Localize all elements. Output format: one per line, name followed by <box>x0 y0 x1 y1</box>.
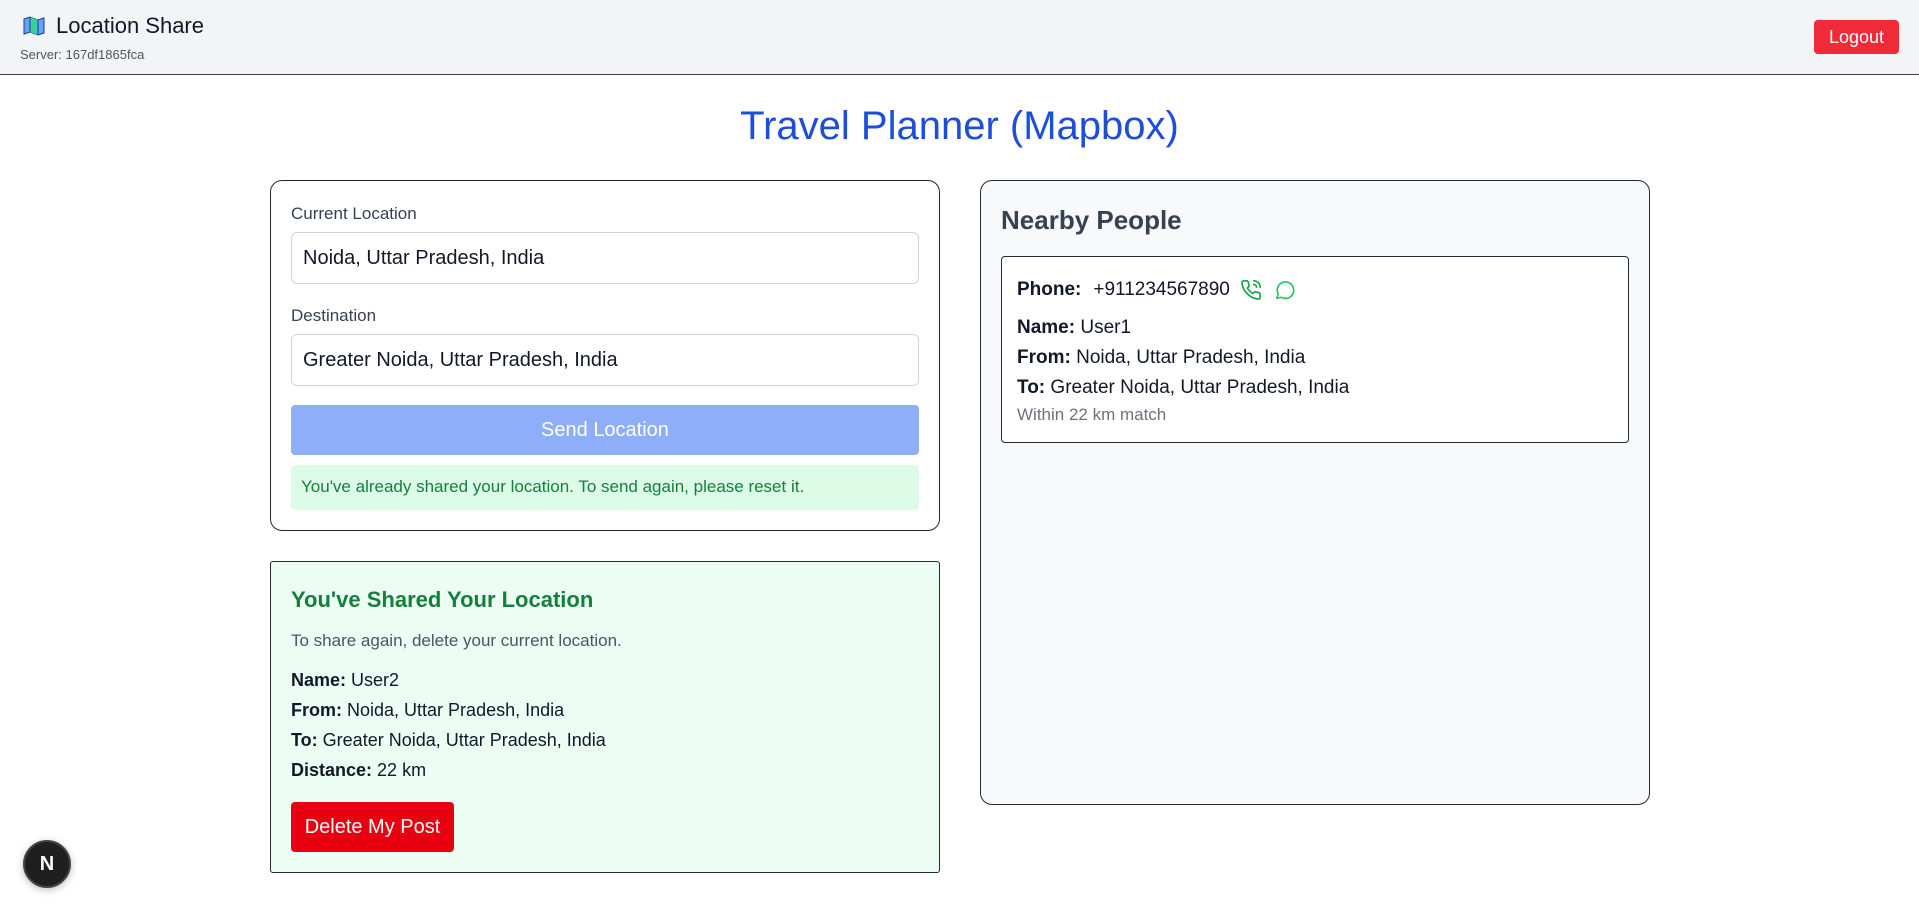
destination-input[interactable] <box>291 334 919 386</box>
distance-label: Distance: <box>291 760 373 780</box>
person-to-label: To: <box>1017 377 1046 398</box>
nextjs-dev-badge[interactable]: N <box>23 840 71 888</box>
delete-post-button[interactable]: Delete My Post <box>291 802 454 852</box>
shared-name: Name: User2 <box>291 670 399 691</box>
shared-subtitle: To share again, delete your current loca… <box>291 631 622 650</box>
name-label: Name: <box>291 670 347 690</box>
to-value: Greater Noida, Uttar Pradesh, India <box>322 730 606 750</box>
person-name-value: User1 <box>1080 317 1132 338</box>
shared-title: You've Shared Your Location <box>291 587 594 612</box>
person-card: Phone: +911234567890 Name: User1 From: N… <box>1001 256 1629 443</box>
top-bar: Location Share Server: 167df1865fca Logo… <box>0 0 1919 75</box>
logout-button[interactable]: Logout <box>1814 20 1899 54</box>
phone-label: Phone: <box>1017 279 1082 300</box>
page-title: Travel Planner (Mapbox) <box>740 104 1179 148</box>
brand: Location Share <box>22 13 204 39</box>
to-label: To: <box>291 730 318 750</box>
server-id: Server: 167df1865fca <box>20 47 145 62</box>
phone-call-icon[interactable] <box>1238 277 1264 303</box>
person-from: From: Noida, Uttar Pradesh, India <box>1017 347 1305 369</box>
shared-to: To: Greater Noida, Uttar Pradesh, India <box>291 730 606 751</box>
from-label: From: <box>291 700 342 720</box>
nearby-title: Nearby People <box>1001 205 1182 235</box>
person-name-label: Name: <box>1017 317 1076 338</box>
person-to: To: Greater Noida, Uttar Pradesh, India <box>1017 377 1349 399</box>
map-icon <box>22 15 46 37</box>
location-form-card: Current Location Destination Send Locati… <box>270 180 940 531</box>
phone-row: Phone: +911234567890 <box>1017 277 1298 303</box>
name-value: User2 <box>351 670 400 690</box>
already-shared-notice: You've already shared your location. To … <box>291 465 919 510</box>
app-title: Location Share <box>56 13 204 38</box>
person-from-label: From: <box>1017 347 1071 368</box>
shared-location-card: You've Shared Your Location To share aga… <box>270 561 940 873</box>
shared-distance: Distance: 22 km <box>291 760 426 781</box>
person-from-value: Noida, Uttar Pradesh, India <box>1076 347 1306 368</box>
whatsapp-icon[interactable] <box>1272 277 1298 303</box>
phone-number: +911234567890 <box>1093 279 1230 300</box>
nearby-people-card: Nearby People Phone: +911234567890 Name:… <box>980 180 1650 805</box>
destination-label: Destination <box>291 306 377 325</box>
person-to-value: Greater Noida, Uttar Pradesh, India <box>1050 377 1350 398</box>
person-name: Name: User1 <box>1017 317 1131 339</box>
current-location-label: Current Location <box>291 204 417 223</box>
current-location-input[interactable] <box>291 232 919 284</box>
shared-from: From: Noida, Uttar Pradesh, India <box>291 700 564 721</box>
send-location-button[interactable]: Send Location <box>291 405 919 455</box>
from-value: Noida, Uttar Pradesh, India <box>347 700 565 720</box>
distance-value: 22 km <box>377 760 427 780</box>
match-distance: Within 22 km match <box>1017 405 1167 424</box>
